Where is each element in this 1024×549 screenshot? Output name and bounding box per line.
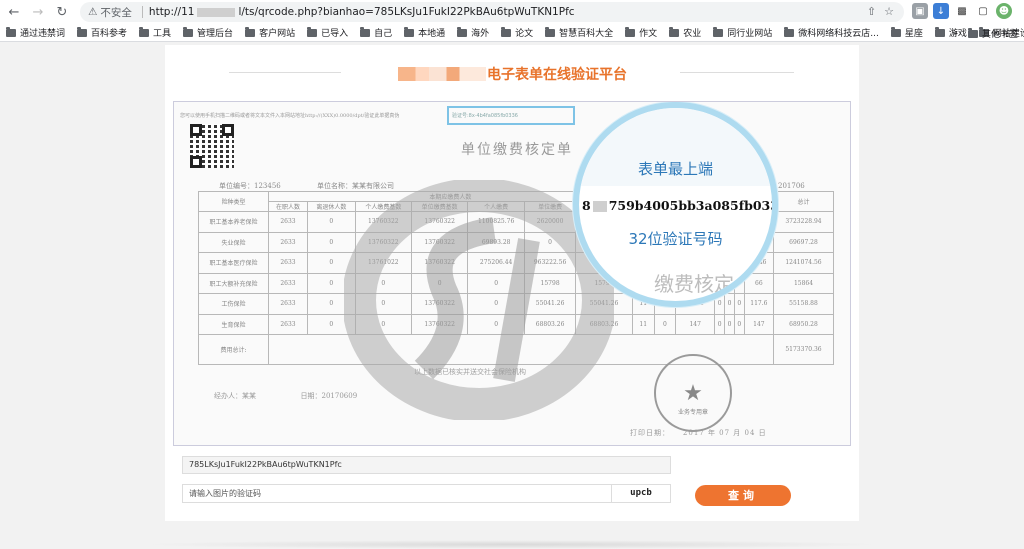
folder-icon [890, 26, 901, 37]
bookmark-item[interactable]: 智慧百科大全 [545, 26, 613, 39]
query-button[interactable]: 查询 [695, 485, 791, 506]
doc-title: 单位缴费核定单 [461, 142, 573, 158]
folder-icon [139, 26, 150, 37]
bookmark-item[interactable]: 农业 [669, 26, 701, 39]
magnifier-code: 8 759b4005bb3a085fb0336 [582, 198, 778, 213]
verification-code-input[interactable]: 785LKsJu1FukI22PkBAu6tpWuTKN1Pfc [182, 456, 671, 474]
folder-icon [967, 27, 978, 38]
profile-avatar-icon[interactable]: ☻ [996, 3, 1012, 19]
title-divider-right [680, 72, 794, 73]
bookmark-item[interactable]: 微科网络科技云店... [784, 26, 879, 39]
bookmark-item[interactable]: 星座 [890, 26, 923, 39]
magnifier-bg-text: 缴费核定 [654, 272, 734, 296]
verify-number-box: 验证号:8x·4b4fa085fb0336 [447, 106, 575, 125]
title-divider-left [229, 72, 341, 73]
signer: 经办人：某某 日期：20170609 [214, 392, 358, 400]
folder-icon [545, 26, 556, 37]
bookmark-item[interactable]: 论文 [501, 26, 533, 39]
insecure-warning-icon[interactable]: ⚠ 不安全 [88, 5, 132, 20]
page-shadow [140, 540, 884, 549]
menu-icon[interactable]: ⋮ [1017, 3, 1024, 19]
folder-icon [6, 26, 16, 37]
unit-number: 单位编号：123456 [219, 182, 281, 190]
folder-icon [307, 26, 318, 37]
sidebar-icon[interactable]: ▢ [975, 3, 991, 19]
bookmark-item[interactable]: 同行业网站 [713, 26, 772, 39]
redacted-brand [398, 67, 486, 81]
back-icon[interactable]: ← [4, 2, 24, 22]
magnifier-heading: 表单最上端 [637, 160, 713, 178]
folder-icon [625, 26, 636, 37]
folder-icon [360, 26, 371, 37]
bookmark-item[interactable]: 管理后台 [183, 26, 233, 39]
download-icon[interactable]: ↓ [933, 3, 949, 19]
bookmarks-more-icon[interactable]: » [952, 29, 958, 39]
folder-icon [245, 26, 256, 37]
official-stamp: ★ 业务专用章 [654, 354, 732, 432]
folder-icon [183, 26, 194, 37]
share-icon[interactable]: ⇧ [867, 5, 876, 18]
bookmark-item[interactable]: 已导入 [307, 26, 348, 39]
bookmark-item[interactable]: 通过违禁词 [6, 26, 65, 39]
folder-icon [713, 26, 724, 37]
bookmark-item[interactable]: 作文 [625, 26, 657, 39]
browser-toolbar: ← → ↻ ⌂ ⚠不安全 http://11l/ts/qrcode.php?bi… [0, 0, 1024, 24]
bookmarks-bar: 通过违禁词 百科参考 工具 管理后台 客户网站 已导入 自己 本地通 海外 论文 智慧百科大全 作文农… [0, 24, 1024, 42]
folder-icon [501, 26, 512, 37]
sample-document-image: 您可以使用手机扫描二维码或者将文本文件入本网站地址http://(XXX)0.0… [173, 101, 851, 446]
bookmark-item[interactable]: 自己 [360, 26, 392, 39]
folder-icon [77, 26, 88, 37]
forward-icon[interactable]: → [28, 2, 48, 22]
bookmark-star-icon[interactable]: ☆ [884, 5, 894, 18]
captcha-image[interactable]: upcb [612, 484, 671, 503]
bookmark-item[interactable]: 客户网站 [245, 26, 295, 39]
magnifier-caption: 32位验证号码 [628, 230, 723, 248]
verification-page: 电子表单在线验证平台 您可以使用手机扫描二维码或者将文本文件入本网站地址http… [165, 45, 859, 521]
bookmark-item[interactable]: 本地通 [404, 26, 445, 39]
folder-icon [784, 26, 795, 37]
insecure-label: 不安全 [100, 6, 132, 19]
doc-top-note: 您可以使用手机扫描二维码或者将文本文件入本网站地址http://(XXX)0.0… [180, 113, 400, 119]
address-bar[interactable]: ⚠ 不安全 http://11 l/ts/qrcode.php?bianhao=78… [80, 2, 904, 22]
folder-icon [404, 26, 415, 37]
bookmark-item[interactable]: 海外 [457, 26, 489, 39]
magnifier-callout: 表单最上端 8 759b4005bb3a085fb0336 32位验证号码 缴费核… [573, 102, 778, 307]
bookmark-item[interactable]: 工具 [139, 26, 171, 39]
extensions-puzzle-icon[interactable]: ▩ [954, 3, 970, 19]
folder-icon [934, 26, 945, 37]
url-text: http://11 l/ts/qrcode.php?bianhao=785LKsJ… [148, 6, 575, 18]
reload-icon[interactable]: ↻ [52, 2, 72, 22]
extension-icon-1[interactable]: ▣ [912, 3, 928, 19]
captcha-input[interactable]: 请输入图片的验证码 [182, 484, 612, 503]
page-title: 电子表单在线验证平台 [398, 64, 627, 84]
qr-code-icon [190, 124, 234, 168]
other-bookmarks[interactable]: 其他书签 [982, 27, 1018, 40]
folder-icon [457, 26, 468, 37]
folder-icon [669, 26, 680, 37]
bookmark-item[interactable]: 百科参考 [77, 26, 127, 39]
